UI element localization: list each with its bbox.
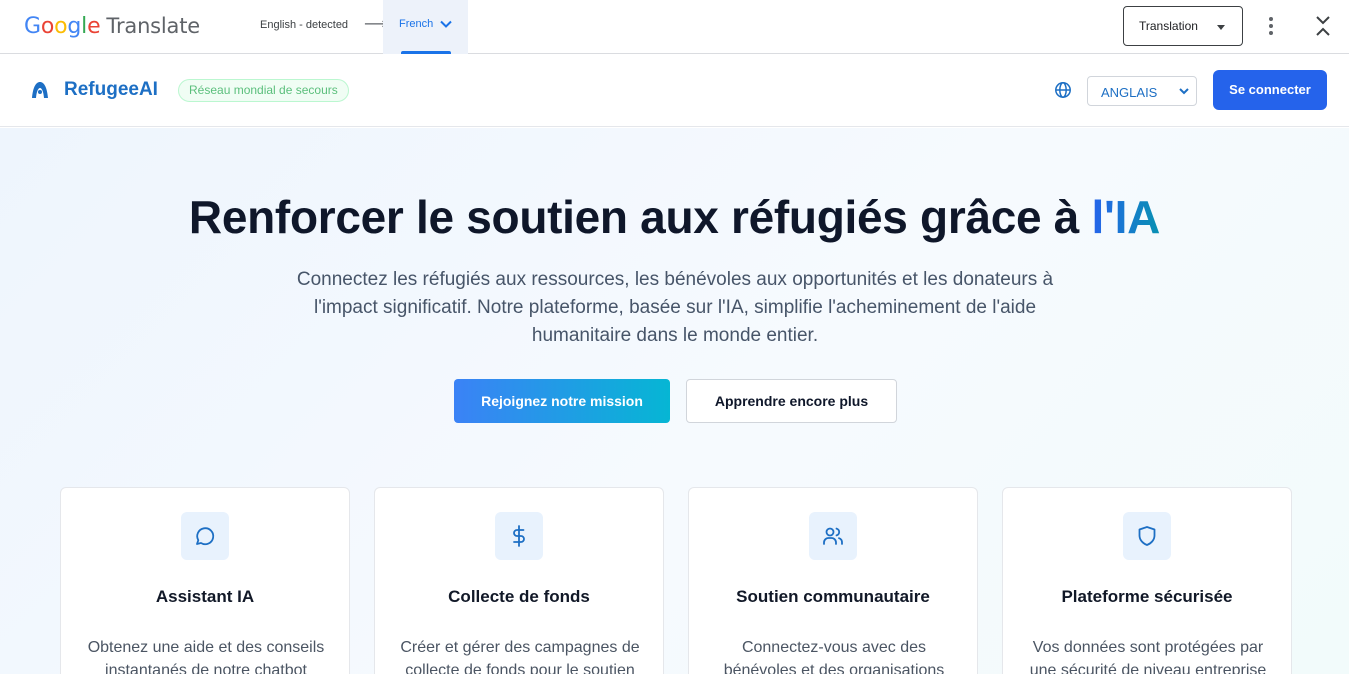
network-badge: Réseau mondial de secours [178,79,349,102]
dollar-icon [513,525,525,547]
hero-title-main: Renforcer le soutien aux réfugiés grâce … [188,191,1092,243]
logo-letter: o [40,14,55,39]
brand-name[interactable]: RefugeeAI [64,79,158,101]
feature-title: Collecte de fonds [448,587,590,606]
join-mission-button[interactable]: Rejoignez notre mission [454,379,670,423]
logo-letter: e [87,14,101,39]
dropdown-caret-icon [1217,25,1225,30]
feature-card-community: Soutien communautaire Connectez-vous ave… [688,487,978,674]
feature-title: Assistant IA [155,587,255,606]
globe-icon [1055,82,1071,98]
google-wordmark: Google [24,13,101,39]
more-vert-icon[interactable] [1263,15,1279,37]
chat-bubble-icon [196,527,215,546]
shield-icon [1138,526,1156,546]
feature-icon-box [495,512,543,560]
brand-logo-icon[interactable] [30,81,50,99]
language-select-value: ANGLAIS [1101,85,1158,100]
logo-letter: o [54,14,68,39]
feature-card-fundraising: Collecte de fonds Créer et gérer des cam… [374,487,664,674]
feature-card-ai-assistant: Assistant IA Obtenez une aide et des con… [60,487,350,674]
target-language-tab[interactable]: French [383,0,468,54]
feature-description: Connectez-vous avec des bénévoles et des… [723,639,945,674]
feature-description: Vos données sont protégées par une sécur… [1029,639,1267,674]
feature-icon-box [1123,512,1171,560]
feature-title: Plateforme sécurisée [1061,587,1233,606]
translate-wordmark: Translate [106,14,200,38]
site-header: RefugeeAI Réseau mondial de secours ANGL… [0,55,1349,127]
feature-icon-box [809,512,857,560]
learn-more-button[interactable]: Apprendre encore plus [686,379,897,423]
feature-icon-box [181,512,229,560]
hero-title: Renforcer le soutien aux réfugiés grâce … [0,190,1349,244]
language-select[interactable]: ANGLAIS [1087,76,1197,106]
feature-title: Soutien communautaire [736,587,930,606]
google-translate-bar: Google Translate English - detected ⟶ Fre… [0,0,1349,54]
users-icon [823,527,843,545]
chevron-down-icon [1179,88,1189,95]
chevron-down-icon [440,20,452,28]
target-language-label: French [399,18,434,30]
feature-description: Créer et gérer des campagnes de collecte… [400,639,640,674]
sign-in-button[interactable]: Se connecter [1213,70,1327,110]
feature-card-secure-platform: Plateforme sécurisée Vos données sont pr… [1002,487,1292,674]
hero-section: Renforcer le soutien aux réfugiés grâce … [0,128,1349,674]
logo-letter: G [24,14,41,39]
collapse-icon[interactable] [1314,14,1332,38]
translation-mode-select[interactable]: Translation [1123,6,1243,46]
google-translate-logo: Google Translate [24,13,200,39]
active-tab-indicator [401,51,451,54]
hero-subtitle: Connectez les réfugiés aux ressources, l… [296,269,1054,346]
feature-description: Obtenez une aide et des conseils instant… [87,639,325,674]
hero-title-accent: l'IA [1091,191,1161,243]
logo-letter: g [67,14,82,39]
source-language-tab[interactable]: English - detected [260,19,348,31]
translation-mode-label: Translation [1139,19,1198,33]
